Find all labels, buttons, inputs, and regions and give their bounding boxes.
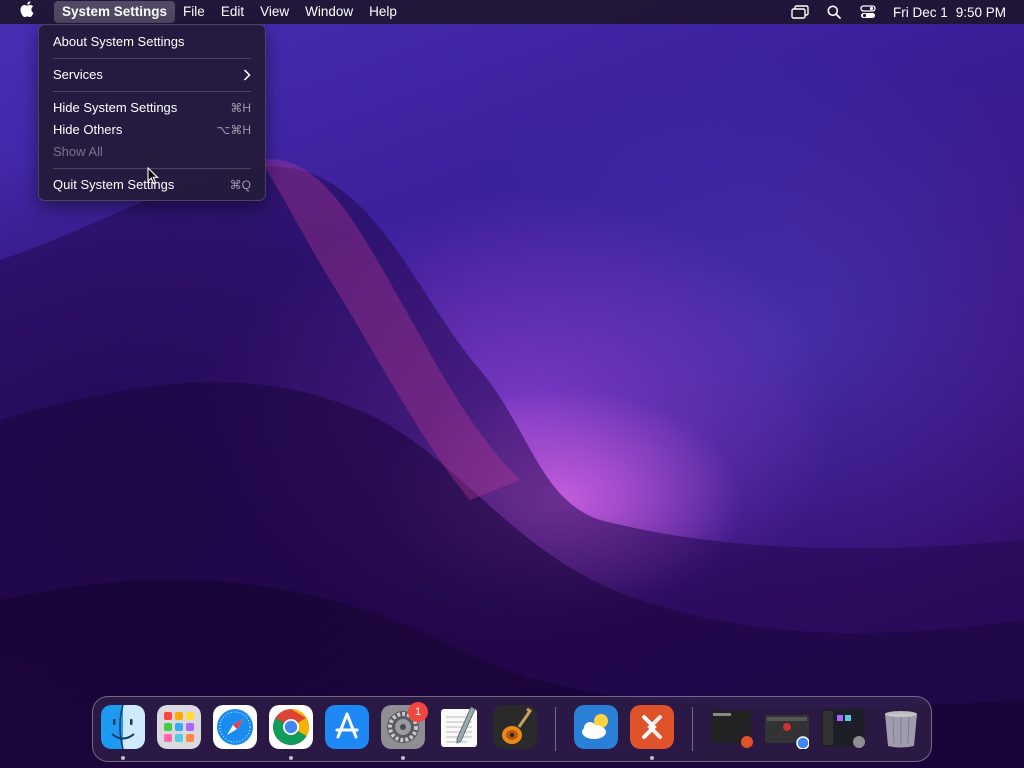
menu-app-name[interactable]: System Settings (54, 1, 176, 23)
menu-separator (53, 91, 251, 92)
shortcut-hide-others: ⌥⌘H (216, 123, 252, 137)
window-thumbnail-icon (765, 715, 809, 749)
menu-bar-clock[interactable]: Fri Dec 1 9:50 PM (885, 5, 1024, 20)
menu-item-label: About System Settings (53, 34, 185, 49)
chevron-right-icon (243, 69, 251, 81)
clock-day: Fri Dec 1 (892, 4, 948, 20)
safari-icon (213, 705, 257, 749)
dock-finder[interactable] (101, 705, 145, 749)
dock (92, 696, 932, 762)
chrome-icon (269, 705, 313, 749)
menu-item-label: Hide Others (53, 122, 123, 137)
dock-remote-desktop[interactable] (630, 705, 674, 749)
dock-window-preview-3[interactable] (821, 705, 865, 749)
running-indicator (121, 756, 125, 760)
clock-time: 9:50 PM (955, 4, 1006, 20)
apple-menu[interactable] (0, 1, 54, 23)
menu-item-hide-others[interactable]: Hide Others ⌥⌘H (53, 120, 251, 140)
shortcut-hide: ⌘H (230, 101, 251, 115)
dock-separator (555, 707, 556, 751)
screen-mirroring-icon[interactable] (783, 5, 817, 19)
dock-window-preview-1[interactable] (709, 705, 753, 749)
menu-item-about[interactable]: About System Settings (53, 32, 251, 52)
mouse-cursor-icon (147, 167, 159, 185)
running-indicator (289, 756, 293, 760)
control-center-icon[interactable] (851, 5, 885, 19)
finder-icon (101, 705, 145, 749)
menu-bar: System Settings File Edit View Window He… (0, 0, 1024, 24)
menu-item-label: Show All (53, 144, 103, 159)
menu-help[interactable]: Help (361, 1, 405, 23)
dock-garageband[interactable] (493, 705, 537, 749)
remote-desktop-icon (630, 705, 674, 749)
menu-item-label: Services (53, 67, 103, 82)
running-indicator (401, 756, 405, 760)
menu-item-hide[interactable]: Hide System Settings ⌘H (53, 98, 251, 118)
menu-separator (53, 58, 251, 59)
dock-chrome[interactable] (269, 705, 313, 749)
menu-edit[interactable]: Edit (213, 1, 252, 23)
menu-window[interactable]: Window (297, 1, 361, 23)
weather-icon (574, 705, 618, 749)
dock-weather[interactable] (574, 705, 618, 749)
trash-icon (885, 711, 917, 748)
menu-item-show-all: Show All (53, 142, 251, 162)
search-icon[interactable] (817, 5, 851, 19)
textedit-icon (441, 706, 477, 747)
menu-item-services[interactable]: Services (53, 65, 251, 85)
dock-textedit[interactable] (437, 705, 481, 749)
notification-badge: 1 (408, 702, 428, 722)
dock-launchpad[interactable] (157, 705, 201, 749)
app-store-icon (325, 705, 369, 749)
apple-icon (20, 1, 34, 17)
dock-app-store[interactable] (325, 705, 369, 749)
window-thumbnail-icon (821, 709, 865, 748)
menu-item-label: Hide System Settings (53, 100, 178, 115)
menu-view[interactable]: View (252, 1, 297, 23)
running-indicator (650, 756, 654, 760)
guitar-icon (493, 705, 537, 749)
dock-separator (692, 707, 693, 751)
window-thumbnail-icon (711, 711, 753, 748)
shortcut-quit: ⌘Q (229, 178, 251, 192)
launchpad-icon (157, 705, 201, 749)
dock-trash[interactable] (879, 705, 923, 749)
dock-safari[interactable] (213, 705, 257, 749)
menu-file[interactable]: File (175, 1, 213, 23)
dock-window-preview-2[interactable] (765, 705, 809, 749)
